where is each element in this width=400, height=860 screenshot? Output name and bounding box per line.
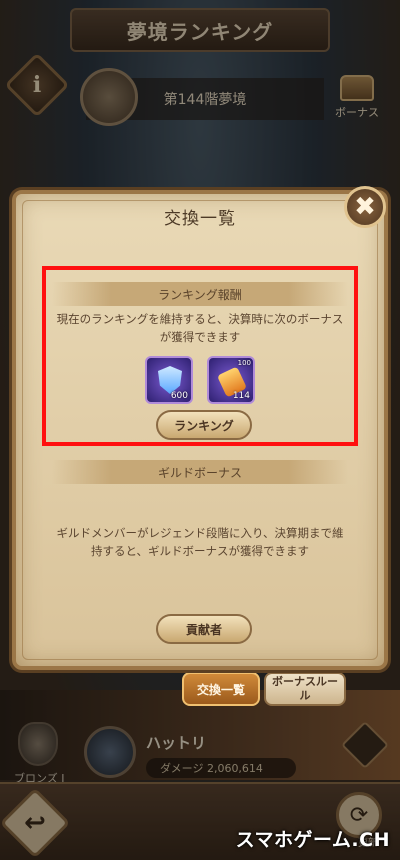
highlight-annotation — [42, 266, 358, 446]
watermark: スマホゲーム.CH — [235, 829, 390, 851]
tab-bonus-rule[interactable]: ボーナスルール — [264, 672, 346, 706]
tab-exchange-list[interactable]: 交換一覧 — [182, 672, 260, 706]
contributor-button-label: 貢献者 — [185, 622, 222, 637]
close-icon: ✖ — [354, 192, 376, 222]
guild-bonus-heading-text: ギルドボーナス — [157, 465, 242, 480]
contributor-button[interactable]: 貢献者 — [156, 614, 252, 644]
tab-exchange-label: 交換一覧 — [196, 682, 245, 697]
guild-bonus-heading: ギルドボーナス — [52, 460, 348, 484]
close-button[interactable]: ✖ — [344, 186, 386, 228]
dialog-title: 交換一覧 — [164, 209, 236, 229]
guild-bonus-description: ギルドメンバーがレジェンド段階に入り、決算期まで維持すると、ギルドボーナスが獲得… — [56, 526, 344, 558]
tab-bonus-rule-label: ボーナスルール — [272, 675, 338, 702]
